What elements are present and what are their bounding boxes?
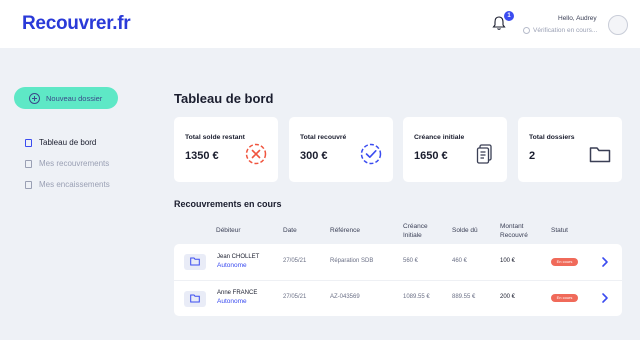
card-title: Total solde restant bbox=[185, 134, 245, 141]
row-date: 27/05/21 bbox=[283, 258, 307, 264]
greeting-text: Hello, Audrey bbox=[558, 15, 597, 22]
column-header-line: Créance bbox=[403, 223, 428, 230]
status-badge: En cours bbox=[551, 294, 578, 302]
new-folder-button[interactable]: Nouveau dossier bbox=[14, 87, 118, 109]
table-row[interactable]: Jean CHOLLET Autonome 27/05/21 Réparatio… bbox=[174, 244, 622, 280]
column-header-reference: Référence bbox=[330, 227, 360, 234]
section-title: Recouvrements en cours bbox=[174, 199, 282, 209]
chevron-right-icon[interactable] bbox=[600, 292, 610, 304]
row-reference: Réparation SDB bbox=[330, 258, 374, 264]
row-initial-claim: 1089.55 € bbox=[403, 294, 430, 300]
top-header: Recouvrer.fr 1 Hello, Audrey Vérificatio… bbox=[0, 0, 640, 48]
card-value: 2 bbox=[529, 150, 536, 162]
sidebar-item-label: Mes recouvrements bbox=[39, 159, 110, 168]
new-folder-button-label: Nouveau dossier bbox=[46, 93, 103, 103]
status-badge: En cours bbox=[551, 258, 578, 266]
stat-card-initial-claim: Créance initiale 1650 € bbox=[403, 117, 507, 182]
document-icon bbox=[476, 144, 492, 164]
folder-icon bbox=[589, 147, 611, 163]
card-value: 300 € bbox=[300, 150, 328, 162]
open-folder-button[interactable] bbox=[184, 254, 206, 270]
sidebar-item-dashboard[interactable]: Tableau de bord bbox=[25, 138, 96, 147]
page-title: Tableau de bord bbox=[174, 91, 274, 106]
stat-card-total-folders: Total dossiers 2 bbox=[518, 117, 622, 182]
x-circle-icon bbox=[245, 143, 267, 165]
column-header-recovered: Montant Recouvré bbox=[500, 222, 528, 240]
chevron-right-icon[interactable] bbox=[600, 256, 610, 268]
clock-icon bbox=[523, 27, 530, 34]
sidebar-item-recoveries[interactable]: Mes recouvrements bbox=[25, 159, 109, 168]
folder-icon bbox=[190, 294, 200, 303]
notification-badge: 1 bbox=[504, 11, 514, 21]
card-title: Total recouvré bbox=[300, 134, 347, 141]
verification-status: Vérification en cours... bbox=[523, 27, 597, 34]
debtor-type-link[interactable]: Autonome bbox=[217, 298, 247, 305]
column-header-status: Statut bbox=[551, 227, 568, 234]
table-row[interactable]: Anne FRANCE Autonome 27/05/21 AZ-043569 … bbox=[174, 280, 622, 316]
row-balance-due: 460 € bbox=[452, 258, 468, 264]
card-value: 1350 € bbox=[185, 150, 219, 162]
column-header-date: Date bbox=[283, 227, 297, 234]
sidebar-item-label: Tableau de bord bbox=[39, 138, 97, 147]
card-value: 1650 € bbox=[414, 150, 448, 162]
column-header-line: Recouvré bbox=[500, 232, 528, 239]
row-reference: AZ-043569 bbox=[330, 294, 360, 300]
card-title: Total dossiers bbox=[529, 134, 575, 141]
column-header-debtor: Débiteur bbox=[216, 227, 241, 234]
debtor-type-link[interactable]: Autonome bbox=[217, 262, 247, 269]
card-title: Créance initiale bbox=[414, 134, 465, 141]
stat-card-recovered: Total recouvré 300 € bbox=[289, 117, 393, 182]
row-recovered: 100 € bbox=[500, 258, 516, 264]
layers-icon bbox=[25, 138, 32, 147]
column-header-initial-claim: Créance Initiale bbox=[403, 222, 428, 240]
check-circle-icon bbox=[360, 143, 382, 165]
document-icon bbox=[25, 159, 32, 168]
app-logo[interactable]: Recouvrer.fr bbox=[22, 13, 131, 35]
sidebar-item-collections[interactable]: Mes encaissements bbox=[25, 180, 110, 189]
column-header-balance-due: Solde dû bbox=[452, 227, 478, 234]
debtor-name: Jean CHOLLET bbox=[217, 254, 260, 260]
avatar[interactable] bbox=[608, 15, 628, 35]
recoveries-table: Jean CHOLLET Autonome 27/05/21 Réparatio… bbox=[174, 244, 622, 316]
open-folder-button[interactable] bbox=[184, 291, 206, 307]
row-recovered: 200 € bbox=[500, 294, 516, 300]
row-date: 27/05/21 bbox=[283, 294, 307, 300]
row-balance-due: 889.55 € bbox=[452, 294, 476, 300]
column-header-line: Montant bbox=[500, 223, 524, 230]
folder-icon bbox=[190, 257, 200, 266]
verification-status-text: Vérification en cours... bbox=[533, 27, 598, 34]
debtor-name: Anne FRANCE bbox=[217, 290, 258, 296]
wallet-icon bbox=[25, 180, 32, 189]
column-header-line: Initiale bbox=[403, 232, 422, 239]
plus-icon bbox=[29, 92, 40, 104]
stat-card-remaining-balance: Total solde restant 1350 € bbox=[174, 117, 278, 182]
sidebar-item-label: Mes encaissements bbox=[39, 180, 110, 189]
row-initial-claim: 560 € bbox=[403, 258, 419, 264]
